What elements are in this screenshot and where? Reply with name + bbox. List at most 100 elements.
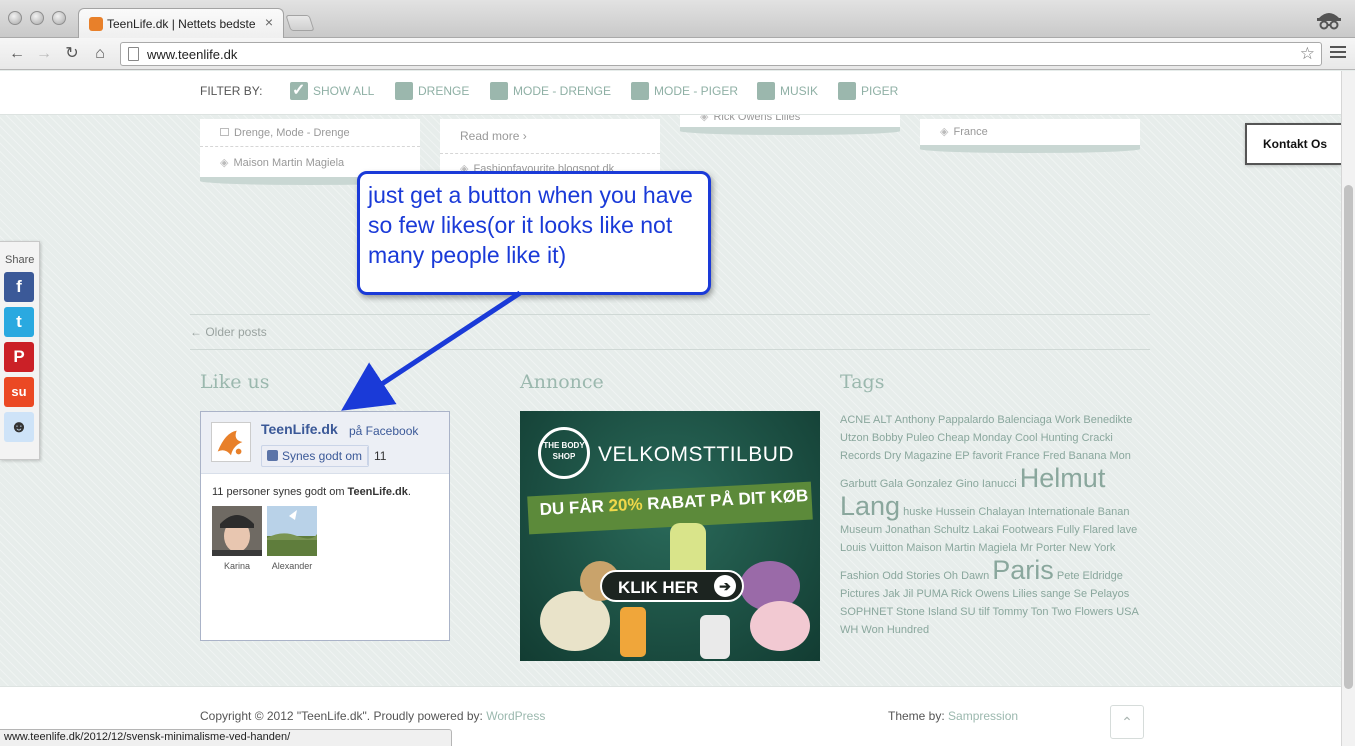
tag-link[interactable]: Paris: [992, 555, 1054, 585]
back-arrow-icon[interactable]: ←: [6, 43, 28, 65]
filter-text[interactable]: SHOW ALL: [313, 84, 374, 98]
tag-link[interactable]: Louis Vuitton: [840, 542, 903, 554]
tag-link[interactable]: Rick Owens Lilies: [951, 588, 1038, 600]
tag-link[interactable]: USA: [1116, 606, 1138, 618]
page-scrollbar[interactable]: [1341, 71, 1355, 746]
tag-link[interactable]: Internationale: [1028, 506, 1095, 518]
likes-summary-end: .: [407, 486, 411, 498]
body-shop-ad[interactable]: THE BODY SHOP VELKOMSTTILBUD DU FÅR 20% …: [520, 411, 820, 661]
browser-menu-icon[interactable]: [1330, 46, 1346, 60]
tag-link[interactable]: favorit: [973, 450, 1003, 462]
tag-link[interactable]: Two Flowers: [1051, 606, 1113, 618]
tag-link[interactable]: ACNE: [840, 414, 871, 426]
window-close-button[interactable]: [8, 11, 22, 25]
tag-link[interactable]: Jonathan Schultz: [885, 524, 969, 536]
tag-link[interactable]: SU: [960, 606, 975, 618]
filter-text[interactable]: DRENGE: [418, 84, 469, 98]
tag-link[interactable]: Stone Island: [896, 606, 957, 618]
facebook-like-button[interactable]: Synes godt om: [261, 445, 370, 467]
likes-summary: 11 personer synes godt om TeenLife.dk.: [212, 486, 411, 498]
checkbox-icon[interactable]: [290, 80, 308, 100]
facebook-like-box: TeenLife.dk på Facebook Synes godt om 11…: [200, 411, 450, 641]
folder-icon: [220, 128, 229, 136]
avatar[interactable]: [212, 506, 262, 556]
reddit-icon[interactable]: ☻: [4, 412, 34, 442]
filter-text[interactable]: PIGER: [861, 84, 898, 98]
tag-link[interactable]: Anthony Pappalardo: [895, 414, 995, 426]
tag-link[interactable]: Gala Gonzalez: [880, 478, 953, 490]
window-zoom-button[interactable]: [52, 11, 66, 25]
post-tag[interactable]: Fashionfavourite.blogspot.dk: [473, 163, 614, 171]
tag-link[interactable]: Se Pelayos: [1074, 588, 1130, 600]
home-icon[interactable]: ⌂: [89, 43, 111, 65]
tag-link[interactable]: Dry Magazine: [884, 450, 952, 462]
filter-text[interactable]: MODE - DRENGE: [513, 84, 611, 98]
bookmark-star-icon[interactable]: ☆: [1300, 44, 1315, 64]
tag-link[interactable]: Cheap Monday: [937, 432, 1012, 444]
klik-her-button[interactable]: KLIK HER ➔: [600, 570, 744, 602]
tag-link[interactable]: tilf: [979, 606, 990, 618]
checkbox-icon[interactable]: [490, 82, 508, 100]
forward-arrow-icon[interactable]: →: [33, 43, 55, 65]
tag-link[interactable]: Work: [1055, 414, 1080, 426]
tag-link[interactable]: Oh Dawn: [943, 570, 989, 582]
tag-link[interactable]: huske: [903, 506, 932, 518]
tag-link[interactable]: Bobby Puleo: [872, 432, 934, 444]
facebook-icon[interactable]: f: [4, 272, 34, 302]
tag-link[interactable]: SOPHNET: [840, 606, 893, 618]
tag-link[interactable]: Hussein Chalayan: [936, 506, 1025, 518]
stumbleupon-icon[interactable]: su: [4, 377, 34, 407]
reload-icon[interactable]: ↻: [61, 43, 83, 65]
pinterest-icon[interactable]: P: [4, 342, 34, 372]
facebook-on-label[interactable]: på Facebook: [349, 424, 418, 438]
face-name[interactable]: Karina: [207, 561, 267, 571]
back-to-top-button[interactable]: ⌃: [1110, 705, 1144, 739]
checkbox-icon[interactable]: [631, 82, 649, 100]
teenlife-favicon-icon: [89, 17, 103, 31]
tag-link[interactable]: WH: [840, 624, 858, 636]
scrollbar-thumb[interactable]: [1344, 185, 1353, 689]
post-tag[interactable]: France: [953, 126, 987, 138]
read-more-link[interactable]: Read more ›: [460, 129, 527, 143]
older-posts-link[interactable]: ← Older posts: [190, 325, 267, 339]
tag-link[interactable]: Mr Porter: [1020, 542, 1066, 554]
face-name[interactable]: Alexander: [262, 561, 322, 571]
checkbox-icon[interactable]: [757, 82, 775, 100]
arrow-right-icon: ➔: [714, 575, 736, 597]
tag-link[interactable]: France: [1006, 450, 1040, 462]
sampression-link[interactable]: Sampression: [948, 709, 1018, 723]
tag-link[interactable]: ALT: [873, 414, 892, 426]
post-category[interactable]: Drenge, Mode - Drenge: [234, 127, 350, 139]
tag-link[interactable]: sange: [1041, 588, 1071, 600]
avatar[interactable]: [267, 506, 317, 556]
tag-link[interactable]: Tommy Ton: [992, 606, 1048, 618]
post-tag-row: ◈ France: [920, 119, 1140, 145]
wordpress-link[interactable]: WordPress: [486, 709, 545, 723]
filter-text[interactable]: MUSIK: [780, 84, 818, 98]
filter-text[interactable]: MODE - PIGER: [654, 84, 738, 98]
tag-link[interactable]: Odd Stories: [882, 570, 940, 582]
tag-link[interactable]: Won Hundred: [861, 624, 929, 636]
window-minimize-button[interactable]: [30, 11, 44, 25]
address-url[interactable]: www.teenlife.dk: [147, 47, 237, 62]
post-tag[interactable]: Maison Martin Magiela: [233, 157, 344, 169]
checkbox-icon[interactable]: [838, 82, 856, 100]
tag-link[interactable]: Jak Jil: [883, 588, 914, 600]
kontakt-os-button[interactable]: Kontakt Os: [1245, 123, 1341, 165]
tag-link[interactable]: Cool Hunting: [1015, 432, 1079, 444]
address-bar[interactable]: www.teenlife.dk ☆: [120, 42, 1322, 66]
checkbox-icon[interactable]: [395, 82, 413, 100]
tag-link[interactable]: PUMA: [916, 588, 947, 600]
tag-link[interactable]: Lakai Footwears: [973, 524, 1054, 536]
tag-link[interactable]: Fully Flared: [1056, 524, 1113, 536]
tag-link[interactable]: lave: [1117, 524, 1137, 536]
tab-close-icon[interactable]: ×: [265, 14, 273, 30]
facebook-page-name[interactable]: TeenLife.dk: [261, 421, 338, 437]
tag-link[interactable]: Gino Ianucci: [956, 478, 1017, 490]
tag-link[interactable]: Maison Martin Magiela: [906, 542, 1017, 554]
new-tab-button[interactable]: [285, 15, 315, 31]
twitter-icon[interactable]: t: [4, 307, 34, 337]
tag-link[interactable]: EP: [955, 450, 969, 462]
tag-link[interactable]: Balenciaga: [997, 414, 1051, 426]
browser-tab[interactable]: TeenLife.dk | Nettets bedste ×: [78, 8, 284, 38]
